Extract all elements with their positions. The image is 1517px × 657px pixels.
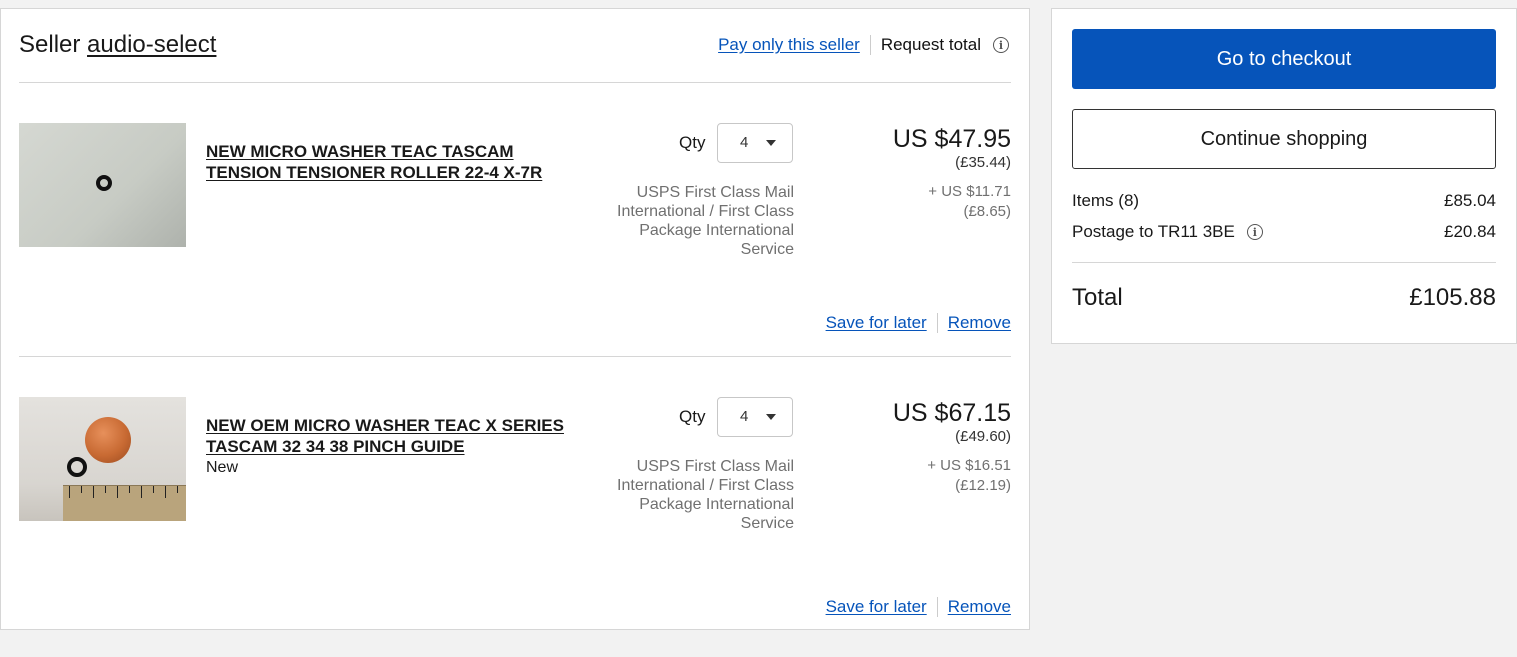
request-total-label[interactable]: Request total	[881, 35, 981, 55]
order-summary: Go to checkout Continue shopping Items (…	[1051, 8, 1517, 344]
items-label: Items (8)	[1072, 191, 1140, 210]
remove-link[interactable]: Remove	[948, 597, 1011, 617]
divider	[936, 313, 938, 333]
qty-label: Qty	[679, 133, 706, 152]
divider	[19, 82, 1011, 83]
item-price: US $47.95	[892, 125, 1011, 153]
continue-shopping-button[interactable]: Continue shopping	[1072, 109, 1496, 169]
seller-header: Seller audio-select	[19, 31, 216, 59]
items-amount: £85.04	[1444, 191, 1496, 210]
save-for-later-link[interactable]: Save for later	[826, 597, 927, 617]
item-title-link[interactable]: NEW OEM MICRO WASHER TEAC X SERIES TASCA…	[206, 415, 566, 457]
postage-amount: £20.84	[1444, 222, 1496, 241]
seller-cart-panel: Seller audio-select Pay only this seller…	[0, 8, 1030, 630]
item-price: US $67.15	[892, 399, 1011, 427]
washer-image	[67, 457, 87, 477]
coin-image	[85, 417, 131, 463]
item-price-converted: (£35.44)	[955, 154, 1011, 171]
divider	[1072, 262, 1496, 263]
total-label: Total	[1072, 284, 1123, 311]
qty-value: 4	[740, 134, 749, 151]
postage-label: Postage to TR11 3BE	[1072, 222, 1235, 241]
postage-label-group: Postage to TR11 3BE i	[1072, 222, 1263, 242]
postage-price: + US $11.71	[928, 183, 1011, 200]
item-thumbnail[interactable]	[19, 123, 186, 247]
seller-name-link[interactable]: audio-select	[87, 31, 216, 58]
shipping-method: USPS First Class Mail International / Fi…	[617, 458, 794, 532]
qty-select[interactable]: 4	[717, 123, 793, 163]
seller-prefix: Seller	[19, 31, 81, 58]
chevron-down-icon	[766, 140, 776, 146]
qty-value: 4	[740, 408, 749, 425]
item-condition: New	[206, 459, 239, 476]
item-actions: Save for later Remove	[826, 313, 1011, 333]
divider	[19, 356, 1011, 357]
chevron-down-icon	[766, 414, 776, 420]
info-icon[interactable]: i	[1246, 224, 1263, 240]
seller-actions: Pay only this seller Request total i	[718, 35, 1009, 55]
washer-image	[96, 175, 112, 191]
ruler-image	[63, 485, 186, 521]
item-title-link[interactable]: NEW MICRO WASHER TEAC TASCAM TENSION TEN…	[206, 141, 566, 183]
item-price-converted: (£49.60)	[955, 428, 1011, 445]
divider	[869, 35, 871, 55]
shipping-method: USPS First Class Mail International / Fi…	[617, 184, 794, 258]
remove-link[interactable]: Remove	[948, 313, 1011, 333]
cart-item: NEW OEM MICRO WASHER TEAC X SERIES TASCA…	[19, 397, 1011, 657]
postage-price-converted: (£8.65)	[963, 203, 1011, 220]
qty-select[interactable]: 4	[717, 397, 793, 437]
postage-price: + US $16.51	[927, 457, 1011, 474]
cart-item: NEW MICRO WASHER TEAC TASCAM TENSION TEN…	[19, 123, 1011, 383]
go-to-checkout-button[interactable]: Go to checkout	[1072, 29, 1496, 89]
item-thumbnail[interactable]	[19, 397, 186, 521]
item-actions: Save for later Remove	[826, 597, 1011, 617]
postage-price-converted: (£12.19)	[955, 477, 1011, 494]
divider	[936, 597, 938, 617]
info-icon[interactable]: i	[993, 37, 1009, 53]
pay-only-this-seller-link[interactable]: Pay only this seller	[718, 35, 860, 55]
total-amount: £105.88	[1409, 284, 1496, 311]
qty-label: Qty	[679, 407, 706, 426]
save-for-later-link[interactable]: Save for later	[826, 313, 927, 333]
